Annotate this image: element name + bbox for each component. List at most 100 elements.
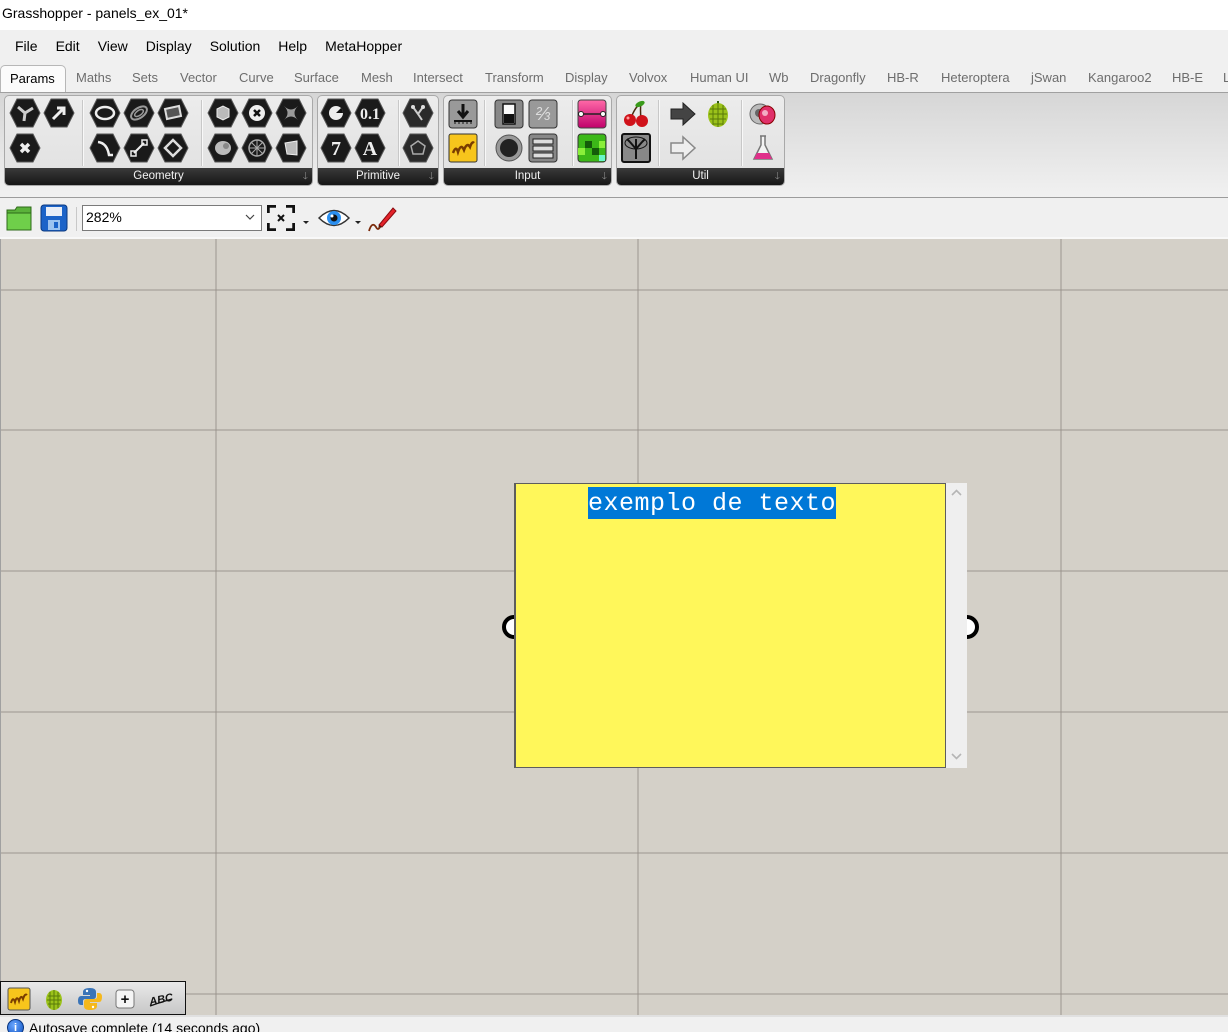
tab-hb-e[interactable]: HB-E: [1172, 67, 1203, 92]
menu-metahopper[interactable]: MetaHopper: [316, 30, 411, 62]
mesh-param-icon[interactable]: [241, 133, 273, 163]
tab-sets[interactable]: Sets: [132, 67, 158, 92]
arrow-down-icon[interactable]: 🡓: [602, 171, 607, 183]
sketch-pen-icon[interactable]: [367, 205, 397, 233]
canvas-border: [0, 237, 1228, 239]
tab-kangaroo2[interactable]: Kangaroo2: [1088, 67, 1152, 92]
box-param-icon[interactable]: [207, 98, 239, 128]
menu-view[interactable]: View: [89, 30, 137, 62]
menu-file[interactable]: File: [6, 30, 47, 62]
group-param-icon[interactable]: [241, 98, 273, 128]
brep-param-icon[interactable]: [207, 133, 239, 163]
zoom-extents-dropdown-icon[interactable]: [302, 213, 310, 224]
panel-text-content[interactable]: exemplo de texto: [588, 487, 837, 519]
menu-display[interactable]: Display: [137, 30, 201, 62]
arrow-right-dark-icon[interactable]: [667, 99, 699, 129]
panel-input-grip[interactable]: [500, 614, 514, 640]
scroll-up-icon[interactable]: [950, 488, 963, 498]
tab-intersect[interactable]: Intersect: [413, 67, 463, 92]
tab-surface[interactable]: Surface: [294, 67, 339, 92]
python-icon[interactable]: [78, 987, 102, 1011]
arrow-down-icon[interactable]: 🡓: [429, 171, 434, 183]
integer-glyph: 7: [331, 138, 341, 160]
tab-heteroptera[interactable]: Heteroptera: [941, 67, 1010, 92]
arrow-down-icon[interactable]: 🡓: [775, 171, 780, 183]
boolean-param-icon[interactable]: [320, 98, 352, 128]
tab-transform[interactable]: Transform: [485, 67, 544, 92]
data-path-param-icon[interactable]: [402, 98, 434, 128]
preview-dropdown-icon[interactable]: [354, 213, 362, 224]
colour-swatch-icon[interactable]: [576, 133, 608, 163]
hops-widget-icon[interactable]: [42, 987, 66, 1011]
ribbon-panel-util: Util 🡓: [616, 95, 785, 186]
circle-param-icon[interactable]: [89, 98, 121, 128]
toggle-icon[interactable]: [493, 99, 525, 129]
tab-display[interactable]: Display: [565, 67, 608, 92]
ribbon-panel-label: Geometry: [5, 168, 312, 185]
tab-params[interactable]: Params: [0, 65, 66, 92]
panel-scrollbar[interactable]: [946, 483, 967, 768]
panel-output-grip[interactable]: [967, 614, 981, 640]
number-param-icon[interactable]: 0.1: [354, 98, 386, 128]
zoom-extents-icon[interactable]: [266, 204, 296, 232]
flask-icon[interactable]: [747, 133, 779, 163]
surface-param-icon[interactable]: [157, 98, 189, 128]
arrow-right-light-icon[interactable]: [667, 133, 699, 163]
add-glyph: +: [121, 991, 130, 1008]
tab-l[interactable]: L: [1223, 67, 1228, 92]
number-slider-icon[interactable]: [447, 133, 479, 163]
abc-text-icon[interactable]: ABC: [147, 987, 175, 1011]
menu-help[interactable]: Help: [269, 30, 316, 62]
rectangle-param-icon[interactable]: [157, 133, 189, 163]
svg-text:⅔: ⅔: [535, 104, 550, 124]
arrow-down-icon[interactable]: 🡓: [303, 171, 308, 183]
field-param-icon[interactable]: [402, 133, 434, 163]
curve-param-icon[interactable]: [123, 98, 155, 128]
status-message: Autosave complete (14 seconds ago): [29, 1020, 261, 1032]
cherry-picker-icon[interactable]: [620, 99, 652, 129]
gradient-icon[interactable]: [576, 99, 608, 129]
integer-param-icon[interactable]: 7: [320, 133, 352, 163]
grid-line: [1, 289, 1228, 291]
add-panel-icon[interactable]: +: [113, 987, 137, 1011]
line-param-icon[interactable]: [123, 133, 155, 163]
cluster-icon[interactable]: [747, 99, 779, 129]
tab-maths[interactable]: Maths: [76, 67, 111, 92]
tab-mesh[interactable]: Mesh: [361, 67, 393, 92]
tab-wb[interactable]: Wb: [769, 67, 789, 92]
canvas-widget-bar: + ABC: [0, 981, 186, 1015]
arc-param-icon[interactable]: [89, 133, 121, 163]
geometry-param-icon[interactable]: [9, 98, 41, 128]
grasshopper-canvas[interactable]: exemplo de texto: [0, 237, 1228, 1015]
hops-icon[interactable]: [702, 99, 734, 129]
ribbon-panel-primitive: 0.1 7 A Primitive 🡓: [317, 95, 439, 186]
tab-hb-r[interactable]: HB-R: [887, 67, 919, 92]
ribbon-panel-input: ⅔ Input 🡓: [443, 95, 612, 186]
tab-human-ui[interactable]: Human UI: [690, 67, 749, 92]
tab-dragonfly[interactable]: Dragonfly: [810, 67, 866, 92]
tab-jswan[interactable]: jSwan: [1031, 67, 1066, 92]
text-param-icon[interactable]: A: [354, 133, 386, 163]
tree-icon[interactable]: [620, 133, 652, 163]
button-object-icon[interactable]: [493, 133, 525, 163]
tab-vector[interactable]: Vector: [180, 67, 217, 92]
open-file-icon[interactable]: [5, 204, 33, 232]
menu-edit[interactable]: Edit: [47, 30, 89, 62]
save-file-icon[interactable]: [40, 204, 68, 232]
mesh-face-param-icon[interactable]: [275, 133, 307, 163]
slider-widget-icon[interactable]: [7, 987, 31, 1011]
zoom-level-dropdown[interactable]: 282%: [82, 205, 262, 231]
grid-line: [1, 429, 1228, 431]
preview-eye-icon[interactable]: [317, 207, 351, 229]
twisted-box-param-icon[interactable]: [275, 98, 307, 128]
import-icon[interactable]: [447, 99, 479, 129]
tab-volvox[interactable]: Volvox: [629, 67, 667, 92]
scroll-down-icon[interactable]: [950, 751, 963, 761]
digit-scroller-icon[interactable]: ⅔: [527, 99, 559, 129]
text-panel-component[interactable]: exemplo de texto: [514, 483, 946, 768]
menu-solution[interactable]: Solution: [201, 30, 270, 62]
tab-curve[interactable]: Curve: [239, 67, 274, 92]
value-list-icon[interactable]: [527, 133, 559, 163]
point-param-icon[interactable]: [9, 133, 41, 163]
vector-param-icon[interactable]: [43, 98, 75, 128]
